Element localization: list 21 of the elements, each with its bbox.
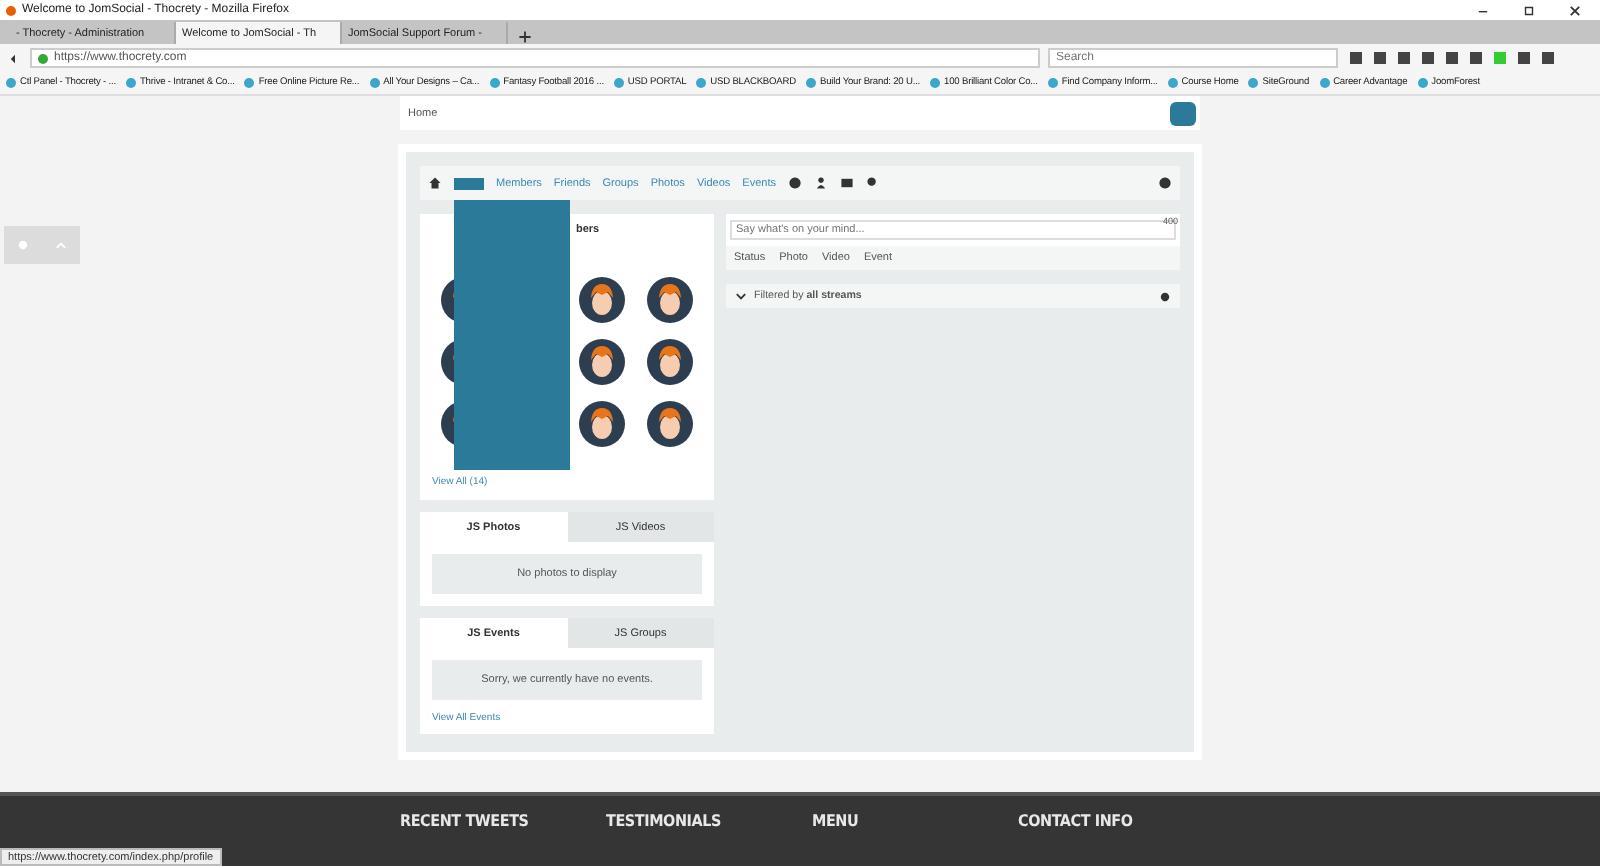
home-icon[interactable] bbox=[428, 176, 442, 190]
footer-heading: TESTIMONIALS bbox=[606, 812, 724, 834]
avatar-icon bbox=[577, 338, 626, 386]
lock-icon bbox=[38, 53, 48, 63]
footer-heading: RECENT TWEETS bbox=[400, 812, 531, 834]
user-icon[interactable] bbox=[813, 176, 828, 190]
mail-icon[interactable] bbox=[839, 176, 854, 190]
footer-heading: CONTACT INFO bbox=[1018, 812, 1135, 834]
avatar-icon bbox=[645, 400, 694, 448]
chevron-down-icon[interactable] bbox=[734, 289, 748, 303]
footer-heading: MENU bbox=[812, 812, 861, 834]
info-button[interactable] bbox=[1170, 101, 1196, 125]
close-icon[interactable] bbox=[1568, 3, 1582, 17]
plus-icon[interactable] bbox=[518, 30, 532, 44]
avatar-icon bbox=[577, 276, 626, 324]
maximize-icon[interactable] bbox=[1522, 3, 1536, 17]
redacted-block bbox=[454, 177, 484, 189]
browser-logo-icon bbox=[6, 5, 16, 15]
avatar-icon bbox=[645, 276, 694, 324]
avatar-icon bbox=[645, 338, 694, 386]
avatar-icon bbox=[577, 400, 626, 448]
